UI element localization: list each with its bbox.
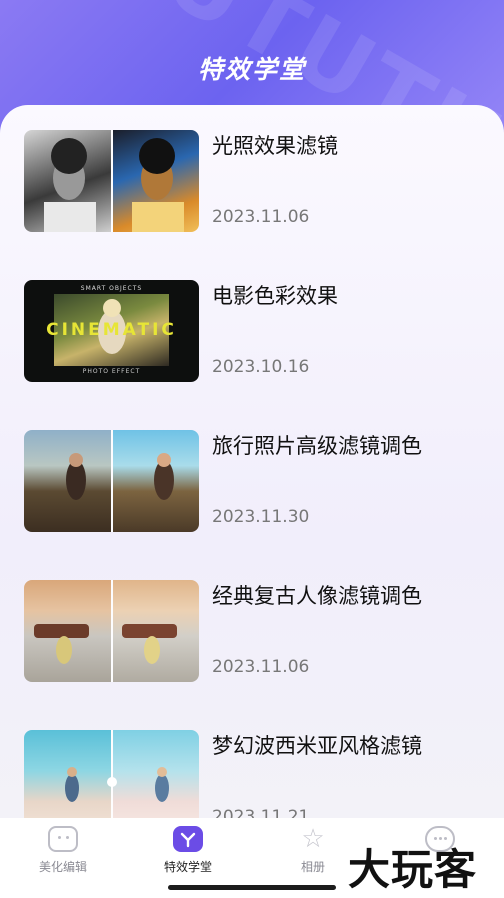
tab-label: 相册 [300,860,325,874]
article-title: 电影色彩效果 [212,284,338,308]
tab-beautify-edit[interactable]: 美化编辑 [18,826,108,875]
article-title: 梦幻波西米亚风格滤镜 [212,734,422,758]
thumb-caption-bottom: PHOTO EFFECT [82,368,141,375]
school-icon [173,826,203,852]
article-title: 旅行照片高级滤镜调色 [212,434,422,458]
list-item[interactable]: 旅行照片高级滤镜调色 2023.11.30 [24,430,494,534]
list-item[interactable]: SMART OBJECTS CINEMATIC PHOTO EFFECT 电影色… [24,280,494,384]
article-list: 光照效果滤镜 2023.11.06 SMART OBJECTS CINEMATI… [0,105,504,825]
tab-album[interactable]: ☆ 相册 [268,826,358,875]
list-item[interactable]: 经典复古人像滤镜调色 2023.11.06 [24,580,494,684]
article-thumbnail [24,730,199,825]
thumb-caption-top: SMART OBJECTS [80,285,143,292]
album-star-icon: ☆ [301,824,325,854]
article-thumbnail [24,130,199,232]
tab-label: 美化编辑 [38,860,87,874]
list-item[interactable]: 梦幻波西米亚风格滤镜 2023.11.21 [24,730,494,825]
edit-face-icon [48,826,78,852]
article-date: 2023.10.16 [212,357,310,377]
list-item[interactable]: 光照效果滤镜 2023.11.06 [24,130,494,234]
article-date: 2023.11.06 [212,207,310,227]
article-thumbnail [24,580,199,682]
page-title: 特效学堂 [197,55,306,84]
thumb-caption-main: CINEMATIC [46,320,177,340]
tab-effects-school[interactable]: 特效学堂 [143,826,233,875]
article-title: 经典复古人像滤镜调色 [212,584,422,608]
article-date: 2023.11.06 [212,657,310,677]
article-thumbnail [24,430,199,532]
article-date: 2023.11.30 [212,507,310,527]
home-indicator [168,885,336,890]
tab-label: 特效学堂 [163,860,212,874]
article-title: 光照效果滤镜 [212,134,338,158]
article-thumbnail: SMART OBJECTS CINEMATIC PHOTO EFFECT [24,280,199,382]
brand-watermark: 大玩客 [348,845,478,894]
